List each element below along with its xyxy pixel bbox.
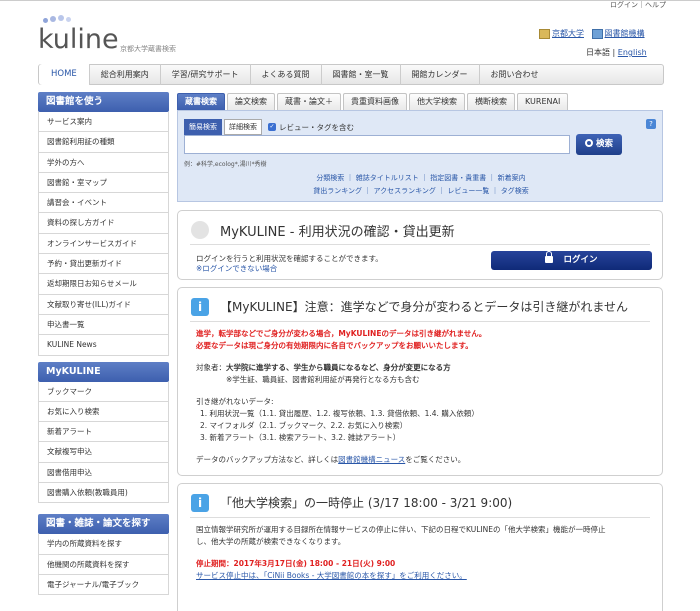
- review-tag-checkbox-label: レビュー・タグを含む: [279, 122, 354, 132]
- sidebar-item[interactable]: 他機関の所蔵資料を探す: [38, 554, 169, 575]
- sidebar-item[interactable]: ブックマーク: [38, 381, 169, 402]
- nav-support[interactable]: 学習/研究サポート: [161, 64, 251, 85]
- logo-text: kuline: [38, 24, 119, 55]
- mykuline-panel: MyKULINE - 利用状況の確認・貸出更新 ログインを行うと利用状況を確認す…: [177, 210, 663, 280]
- nav-calendar[interactable]: 開館カレンダー: [401, 64, 480, 85]
- target-label: 対象者：: [196, 363, 226, 372]
- sidebar-item[interactable]: 新着アラート: [38, 422, 169, 443]
- suspension-text-1: 国立情報学研究所が運用する目録所在情報サービスの停止に伴い、下記の日程でKULI…: [196, 525, 606, 534]
- tab-cross-search[interactable]: 横断検索: [467, 93, 515, 110]
- sidebar-section-title: 図書館を使う: [38, 92, 169, 112]
- sidebar-item[interactable]: 文献複写申込: [38, 442, 169, 463]
- info-icon: i: [191, 494, 209, 512]
- search-icon: [584, 139, 593, 147]
- simple-search-tab[interactable]: 簡易検索: [184, 119, 222, 135]
- checkbox-icon[interactable]: ✓: [268, 123, 276, 131]
- help-icon[interactable]: ?: [646, 119, 656, 129]
- nav-home[interactable]: HOME: [39, 64, 90, 85]
- notice-warning-2: 必要なデータは現ご身分の有効期限内に各自でバックアップをお願いいたします。: [196, 341, 473, 350]
- tab-kurenai[interactable]: KURENAI: [517, 93, 569, 110]
- search-button[interactable]: 検索: [576, 134, 622, 155]
- login-button[interactable]: ログイン: [491, 251, 652, 270]
- sidebar-item[interactable]: お気に入り検索: [38, 401, 169, 423]
- nav-contact[interactable]: お問い合わせ: [480, 64, 550, 85]
- login-trouble-link[interactable]: ※ログインできない場合: [196, 263, 277, 274]
- sidebar-item[interactable]: 図書借用申込: [38, 462, 169, 484]
- search-links-row2[interactable]: 貸出ランキング ｜ アクセスランキング ｜ レビュー一覧 ｜ タグ検索: [178, 186, 664, 196]
- user-icon: [191, 221, 209, 239]
- lang-ja[interactable]: 日本語: [586, 48, 610, 57]
- notice-title: 【MyKULINE】注意：進学などで身分が変わるとデータは引き継がれません: [220, 300, 628, 314]
- sidebar-section-title: MyKULINE: [38, 361, 169, 382]
- info-icon: i: [191, 298, 209, 316]
- sidebar-item[interactable]: KULINE News: [38, 335, 169, 356]
- suspension-date: 停止期間：2017年3月17日(金) 18:00 - 21日(火) 9:00: [196, 559, 396, 568]
- nav-guide[interactable]: 総合利用案内: [90, 64, 161, 85]
- sidebar-item[interactable]: 電子ジャーナル/電子ブック: [38, 574, 169, 596]
- suspension-text-2: し、他大学の所蔵が検索できなくなります。: [196, 537, 346, 546]
- cinii-link[interactable]: サービス停止中は、「CiNii Books - 大学図書館の本を探す」をご利用く…: [196, 570, 467, 581]
- data-label: 引き継がれないデータ:: [196, 397, 274, 406]
- sidebar-item[interactable]: 返却期限日お知らせメール: [38, 274, 169, 295]
- suspension-panel: i 「他大学検索」の一時停止 (3/17 18:00 - 3/21 9:00) …: [177, 483, 663, 611]
- sidebar-item[interactable]: 申込書一覧: [38, 314, 169, 336]
- tab-articles[interactable]: 論文検索: [227, 93, 275, 110]
- search-links-row1[interactable]: 分類検索 ｜ 雑誌タイトルリスト ｜ 指定図書・貴重書 ｜ 新着案内: [178, 173, 664, 183]
- search-box: 簡易検索 詳細検索 ✓ レビュー・タグを含む ? 検索 例：#科学,ecolog…: [177, 110, 663, 202]
- search-tabs: 蔵書検索 論文検索 蔵書・論文＋ 貴重資料画像 他大学検索 横断検索 KUREN…: [177, 93, 570, 110]
- sidebar: 図書館を使う サービス案内 図書館利用証の種類 学外の方へ 図書館・室マップ 講…: [38, 92, 169, 596]
- sidebar-item[interactable]: 講習会・イベント: [38, 193, 169, 214]
- notice-panel: i 【MyKULINE】注意：進学などで身分が変わるとデータは引き継がれません …: [177, 287, 663, 476]
- suspension-title: 「他大学検索」の一時停止 (3/17 18:00 - 3/21 9:00): [220, 496, 513, 510]
- lock-icon: [545, 251, 554, 263]
- data-item: 1. 利用状況一覧（1.1. 貸出履歴、1.2. 複写依頼、1.3. 貸借依頼、…: [200, 409, 479, 418]
- lang-en[interactable]: English: [618, 48, 647, 57]
- tab-rare-images[interactable]: 貴重資料画像: [343, 93, 407, 110]
- library-news-link[interactable]: 図書館機構ニュース: [338, 455, 405, 464]
- library-network-link[interactable]: 図書館機構: [605, 29, 645, 38]
- sidebar-item[interactable]: オンラインサービスガイド: [38, 233, 169, 255]
- search-example: 例：#科学,ecolog*,湯川*秀樹: [184, 161, 267, 168]
- nav-faq[interactable]: よくある質問: [251, 64, 322, 85]
- search-mode-tabs: 簡易検索 詳細検索 ✓ レビュー・タグを含む: [184, 119, 354, 135]
- logo-subtitle: 京都大学蔵書検索: [120, 45, 176, 53]
- sidebar-item[interactable]: 図書購入依頼(教職員用): [38, 483, 169, 504]
- sidebar-item[interactable]: 学外の方へ: [38, 152, 169, 173]
- advanced-search-tab[interactable]: 詳細検索: [224, 119, 262, 135]
- tab-other-universities[interactable]: 他大学検索: [409, 93, 465, 110]
- university-link[interactable]: 京都大学: [552, 29, 584, 38]
- sidebar-item[interactable]: サービス案内: [38, 112, 169, 133]
- backup-text: データのバックアップ方法など、詳しくは図書館機構ニュースをご覧ください。: [196, 455, 466, 464]
- sidebar-item[interactable]: 図書館利用証の種類: [38, 132, 169, 153]
- tab-catalog-plus[interactable]: 蔵書・論文＋: [277, 93, 341, 110]
- sidebar-item[interactable]: 図書館・室マップ: [38, 172, 169, 194]
- top-border: [0, 0, 700, 7]
- utility-links[interactable]: ログイン｜ヘルプ: [610, 0, 666, 10]
- target-note: ※学生証、職員証、図書館利用証が再発行となる方も含む: [226, 375, 420, 384]
- sidebar-item[interactable]: 学内の所蔵資料を探す: [38, 534, 169, 555]
- language-switch: 日本語 | English: [586, 48, 647, 57]
- target-text: 大学院に進学する、学生から職員になるなど、身分が変更になる方: [226, 363, 451, 372]
- data-item: 3. 新着アラート（3.1. 検索アラート、3.2. 雑誌アラート）: [200, 433, 401, 442]
- mykuline-title: MyKULINE - 利用状況の確認・貸出更新: [220, 225, 455, 240]
- search-input[interactable]: [184, 135, 570, 154]
- sidebar-section-title: 図書・雑誌・論文を探す: [38, 514, 169, 535]
- notice-warning-1: 進学，転学部などでご身分が変わる場合，MyKULINEのデータは引き継がれません…: [196, 329, 487, 338]
- university-links: 京都大学 図書館機構: [539, 28, 645, 39]
- sidebar-item[interactable]: 予約・貸出更新ガイド: [38, 254, 169, 275]
- sidebar-item[interactable]: 資料の探し方ガイド: [38, 213, 169, 234]
- data-item: 2. マイフォルダ（2.1. ブックマーク、2.2. お気に入り検索）: [200, 421, 408, 430]
- nav-libraries[interactable]: 図書館・室一覧: [322, 64, 401, 85]
- library-icon: [591, 28, 603, 39]
- sidebar-item[interactable]: 文献取り寄せ(ILL)ガイド: [38, 294, 169, 315]
- kyoto-university-icon: [539, 28, 550, 39]
- tab-catalog[interactable]: 蔵書検索: [177, 93, 225, 110]
- global-nav: HOME 総合利用案内 学習/研究サポート よくある質問 図書館・室一覧 開館カ…: [38, 64, 664, 85]
